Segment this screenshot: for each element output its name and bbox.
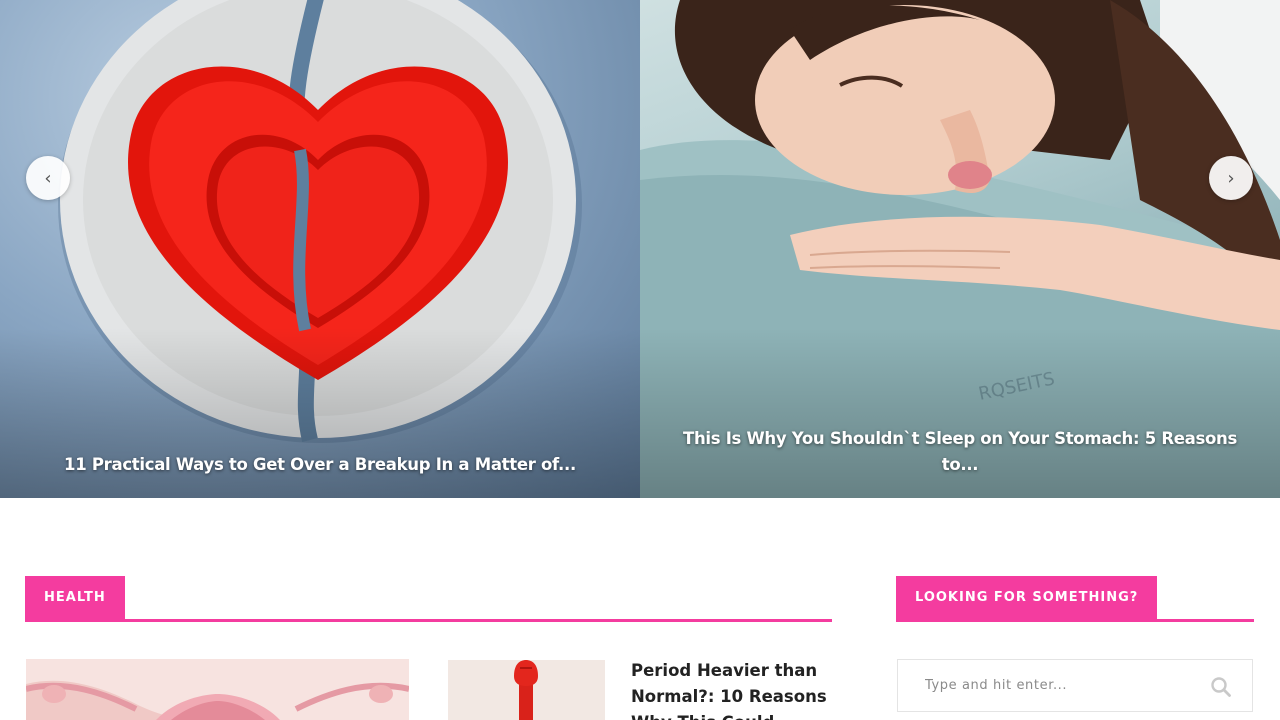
slider-prev-button[interactable]: ‹ [26, 156, 70, 200]
uterus-illustration-image [26, 680, 409, 720]
widget-label: LOOKING FOR SOMETHING? [896, 576, 1158, 620]
slide-title[interactable]: This Is Why You Shouldn`t Sleep on Your … [670, 426, 1250, 478]
post-thumbnail-uterus[interactable] [26, 659, 409, 720]
search-widget-heading: LOOKING FOR SOMETHING? [896, 576, 1254, 622]
search-input[interactable] [898, 660, 1252, 711]
slide-title[interactable]: 11 Practical Ways to Get Over a Breakup … [30, 452, 610, 478]
slider-next-button[interactable]: › [1209, 156, 1253, 200]
red-menstrual-object-image [448, 660, 605, 720]
search-form [897, 659, 1253, 712]
chevron-left-icon: ‹ [44, 167, 52, 189]
post-thumbnail-period[interactable] [448, 660, 605, 720]
health-section-heading: HEALTH [25, 576, 832, 622]
post-title[interactable]: Period Heavier than Normal?: 10 Reasons … [631, 658, 831, 720]
featured-slider: 11 Practical Ways to Get Over a Breakup … [0, 0, 1280, 498]
search-icon[interactable] [1210, 676, 1232, 698]
section-label[interactable]: HEALTH [25, 576, 125, 620]
chevron-right-icon: › [1227, 167, 1235, 189]
featured-slide-breakup[interactable]: 11 Practical Ways to Get Over a Breakup … [0, 0, 640, 498]
featured-slide-sleep[interactable]: RQSEITS This Is Why You Shouldn`t Sleep … [640, 0, 1280, 498]
